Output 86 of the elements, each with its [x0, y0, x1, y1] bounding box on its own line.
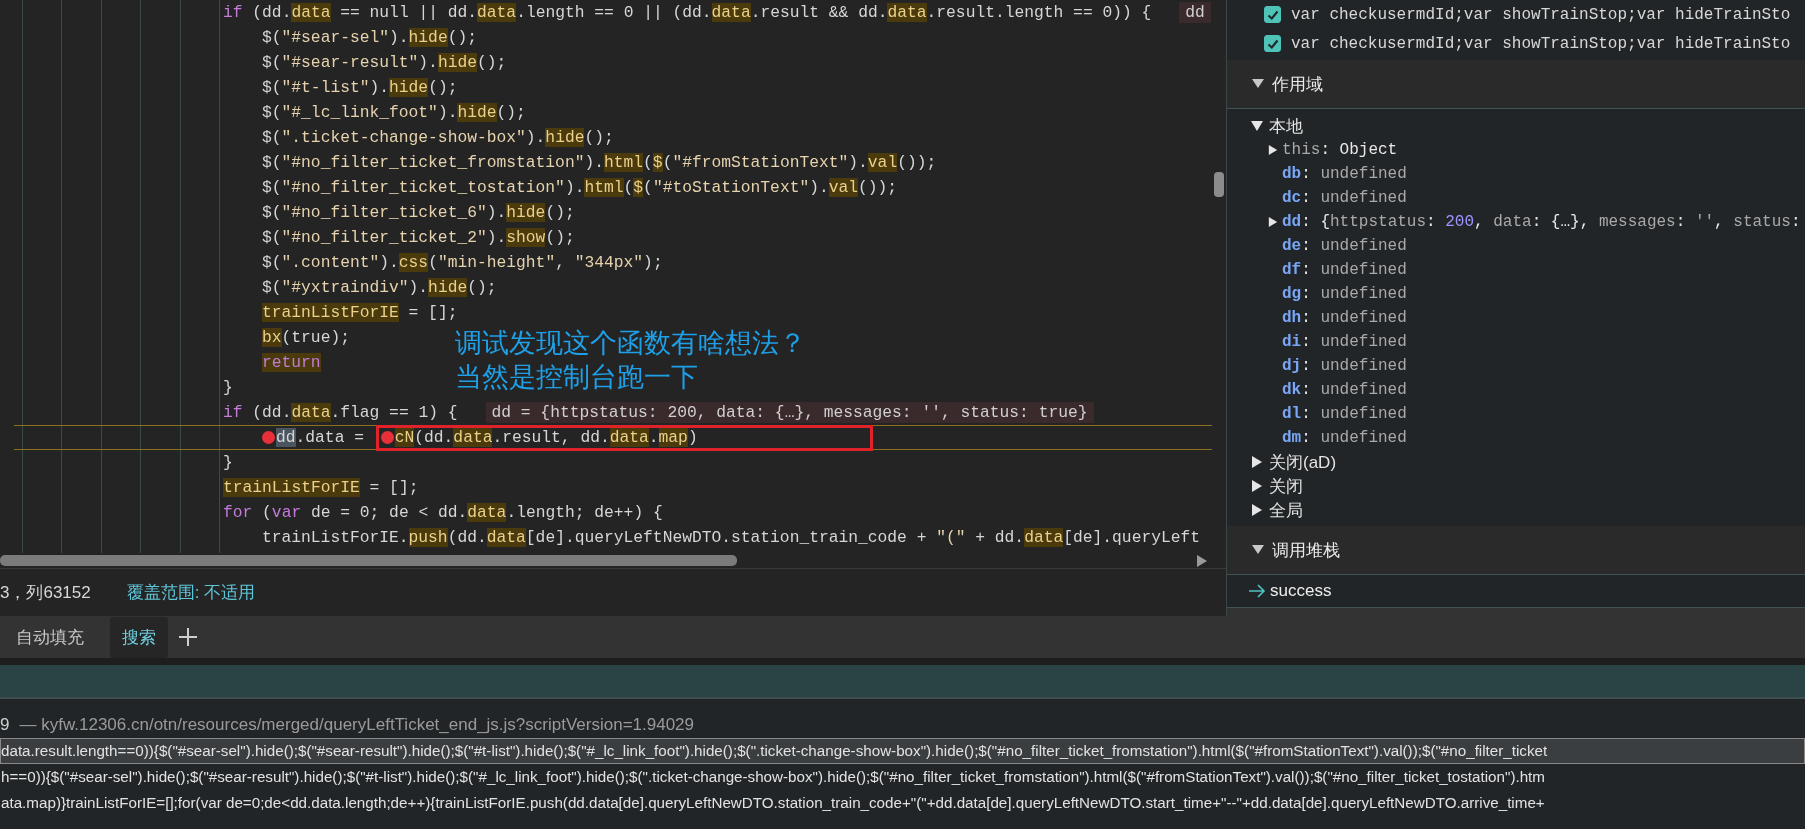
scroll-right-icon[interactable]	[1196, 553, 1208, 568]
annotation-text: 调试发现这个函数有啥想法？	[455, 326, 806, 360]
checkbox[interactable]	[1264, 6, 1281, 23]
variable-name: di	[1282, 333, 1302, 351]
tab[interactable]: 搜索	[110, 616, 168, 658]
search-result[interactable]: h==0)){$("#sear-sel").hide();$("#sear-result").hide();$("#t-list").hide();$("#_lc_link_foot").hide();$(".ticket-change-show-box").hide();$("#no_filter_ticket_fromstation").html($("#fromStationText").val());$("#no_filter_ticket_tostation").htm	[0, 764, 1805, 790]
variable-name: dl	[1282, 405, 1302, 423]
code-text: $("#_lc_link_foot").hide();	[262, 102, 526, 124]
section-title[interactable]: 作用域	[1272, 72, 1323, 96]
variable-value: : undefined	[1301, 405, 1407, 423]
code-text: $("#no_filter_ticket_6").hide();	[262, 202, 575, 224]
code-text: return	[262, 352, 321, 374]
code-text: $("#yxtraindiv").hide();	[262, 277, 497, 299]
cursor-position: 3，列63152	[0, 582, 91, 604]
variable-value: : undefined	[1301, 429, 1407, 447]
code-text: for (var de = 0; de < dd.data.length; de++) {	[223, 502, 663, 524]
breakpoint-icon[interactable]	[380, 431, 394, 444]
variable-value: : undefined	[1301, 381, 1407, 399]
scrollbar-thumb[interactable]	[1214, 172, 1224, 197]
variable-name: dh	[1282, 309, 1302, 327]
code-text: trainListForIE.push(dd.data[de].queryLeftNewDTO.station_train_code + "(" + dd.data[de].queryLeft	[262, 527, 1201, 549]
variable-name: dm	[1282, 429, 1302, 447]
scope-label[interactable]: 本地	[1269, 114, 1303, 138]
variable-name: dk	[1282, 381, 1302, 399]
line-number: 9	[0, 715, 10, 735]
checkbox[interactable]	[1264, 35, 1281, 52]
add-icon[interactable]	[178, 627, 198, 647]
code-text: $("#t-list").hide();	[262, 77, 458, 99]
variable-name: db	[1282, 165, 1302, 183]
code-text: $(".ticket-change-show-box").hide();	[262, 127, 614, 149]
variable-value: : undefined	[1301, 261, 1407, 279]
variable-name: dj	[1282, 357, 1302, 375]
code-text: }	[223, 452, 233, 474]
section-title[interactable]: 调用堆栈	[1272, 538, 1340, 562]
variable-value: : Object	[1320, 141, 1398, 159]
code-text: }	[223, 377, 233, 399]
variable-name: de	[1282, 237, 1302, 255]
file-path[interactable]: — kyfw.12306.cn/otn/resources/merged/queryLeftTicket_end_js.js?scriptVersion=1.94029	[19, 715, 695, 735]
variable-value: : undefined	[1301, 357, 1407, 375]
scope-label[interactable]: 关闭(aD)	[1269, 450, 1337, 474]
variable-value: : undefined	[1301, 285, 1407, 303]
code-text: $("#no_filter_ticket_fromstation").html($("#fromStationText").val());	[262, 152, 937, 174]
variable-value: : undefined	[1301, 333, 1407, 351]
variable-value: : undefined	[1301, 309, 1407, 327]
search-result[interactable]: ata.map)}trainListForIE=[];for(var de=0;de<dd.data.length;de++){trainListForIE.push(dd.data[de].queryLeftNewDTO.station_train_code+"("+dd.data[de].queryLeftNewDTO.start_time+"--"+dd.data[de].queryLeftNewDTO.arrive_time+	[0, 790, 1805, 816]
variable-name: dd	[1282, 213, 1302, 231]
inline-value: dd = {httpstatus: 200, data: {…}, messages: '', status: true}	[485, 402, 1094, 423]
tab[interactable]: 自动填充	[14, 616, 96, 658]
code-text: $("#sear-result").hide();	[262, 52, 507, 74]
code-text: bx(true);	[262, 327, 350, 349]
expand-arrow-icon[interactable]	[1251, 456, 1263, 468]
code-text: $("#no_filter_ticket_2").show();	[262, 227, 575, 249]
expand-arrow-icon[interactable]	[1251, 504, 1263, 516]
scope-label[interactable]: 关闭	[1269, 474, 1303, 498]
breakpoint-icon[interactable]	[262, 431, 275, 444]
variable-value: : undefined	[1301, 165, 1407, 183]
expand-arrow-icon[interactable]	[1251, 120, 1263, 132]
scrollbar-thumb[interactable]	[0, 555, 737, 566]
code-text: if (dd.data == null || dd.data.length == 0 || (dd.data.result && dd.data.result.length == 0)) {	[223, 2, 1152, 24]
expand-arrow-icon[interactable]	[1252, 79, 1264, 89]
search-result[interactable]: data.result.length==0)){$("#sear-sel").hide();$("#sear-result").hide();$("#t-list").hide();$("#_lc_link_foot").hide();$(".ticket-change-show-box").hide();$("#no_filter_ticket_fromstation").html($("#fromStationText").val());$("#no_filter_ticket	[0, 738, 1805, 764]
watch-expression: var checkusermdId;var showTrainStop;var hideTrainSto	[1291, 34, 1791, 53]
code-text: cN(dd.data.result, dd.data.map)	[394, 427, 698, 449]
scope-label[interactable]: 全局	[1269, 498, 1303, 522]
variable-name: dg	[1282, 285, 1302, 303]
code-text: $(".content").css("min-height", "344px");	[262, 252, 663, 274]
code-text: dd.data =	[276, 427, 365, 449]
variable-name: this	[1282, 141, 1321, 159]
expand-arrow-icon[interactable]	[1268, 216, 1278, 228]
watch-expression: var checkusermdId;var showTrainStop;var hideTrainSto	[1291, 5, 1791, 24]
variable-value: : {httpstatus: 200, data: {…}, messages: '', status:	[1301, 213, 1801, 231]
code-text: if (dd.data.flag == 1) {	[223, 402, 458, 424]
stack-frame[interactable]: success	[1270, 581, 1332, 601]
annotation-text: 当然是控制台跑一下	[455, 360, 699, 394]
expand-arrow-icon[interactable]	[1252, 545, 1264, 555]
expand-arrow-icon[interactable]	[1251, 480, 1263, 492]
variable-value: : undefined	[1301, 237, 1407, 255]
variable-value: : undefined	[1301, 189, 1407, 207]
variable-name: dc	[1282, 189, 1302, 207]
variable-name: df	[1282, 261, 1302, 279]
search-field[interactable]	[0, 665, 1805, 699]
code-text: $("#sear-sel").hide();	[262, 27, 477, 49]
code-text: $("#no_filter_ticket_tostation").html($("#toStationText").val());	[262, 177, 898, 199]
expand-arrow-icon[interactable]	[1268, 144, 1278, 156]
inline-value: dd	[1179, 2, 1211, 23]
coverage-status[interactable]: 覆盖范围: 不适用	[126, 581, 256, 604]
